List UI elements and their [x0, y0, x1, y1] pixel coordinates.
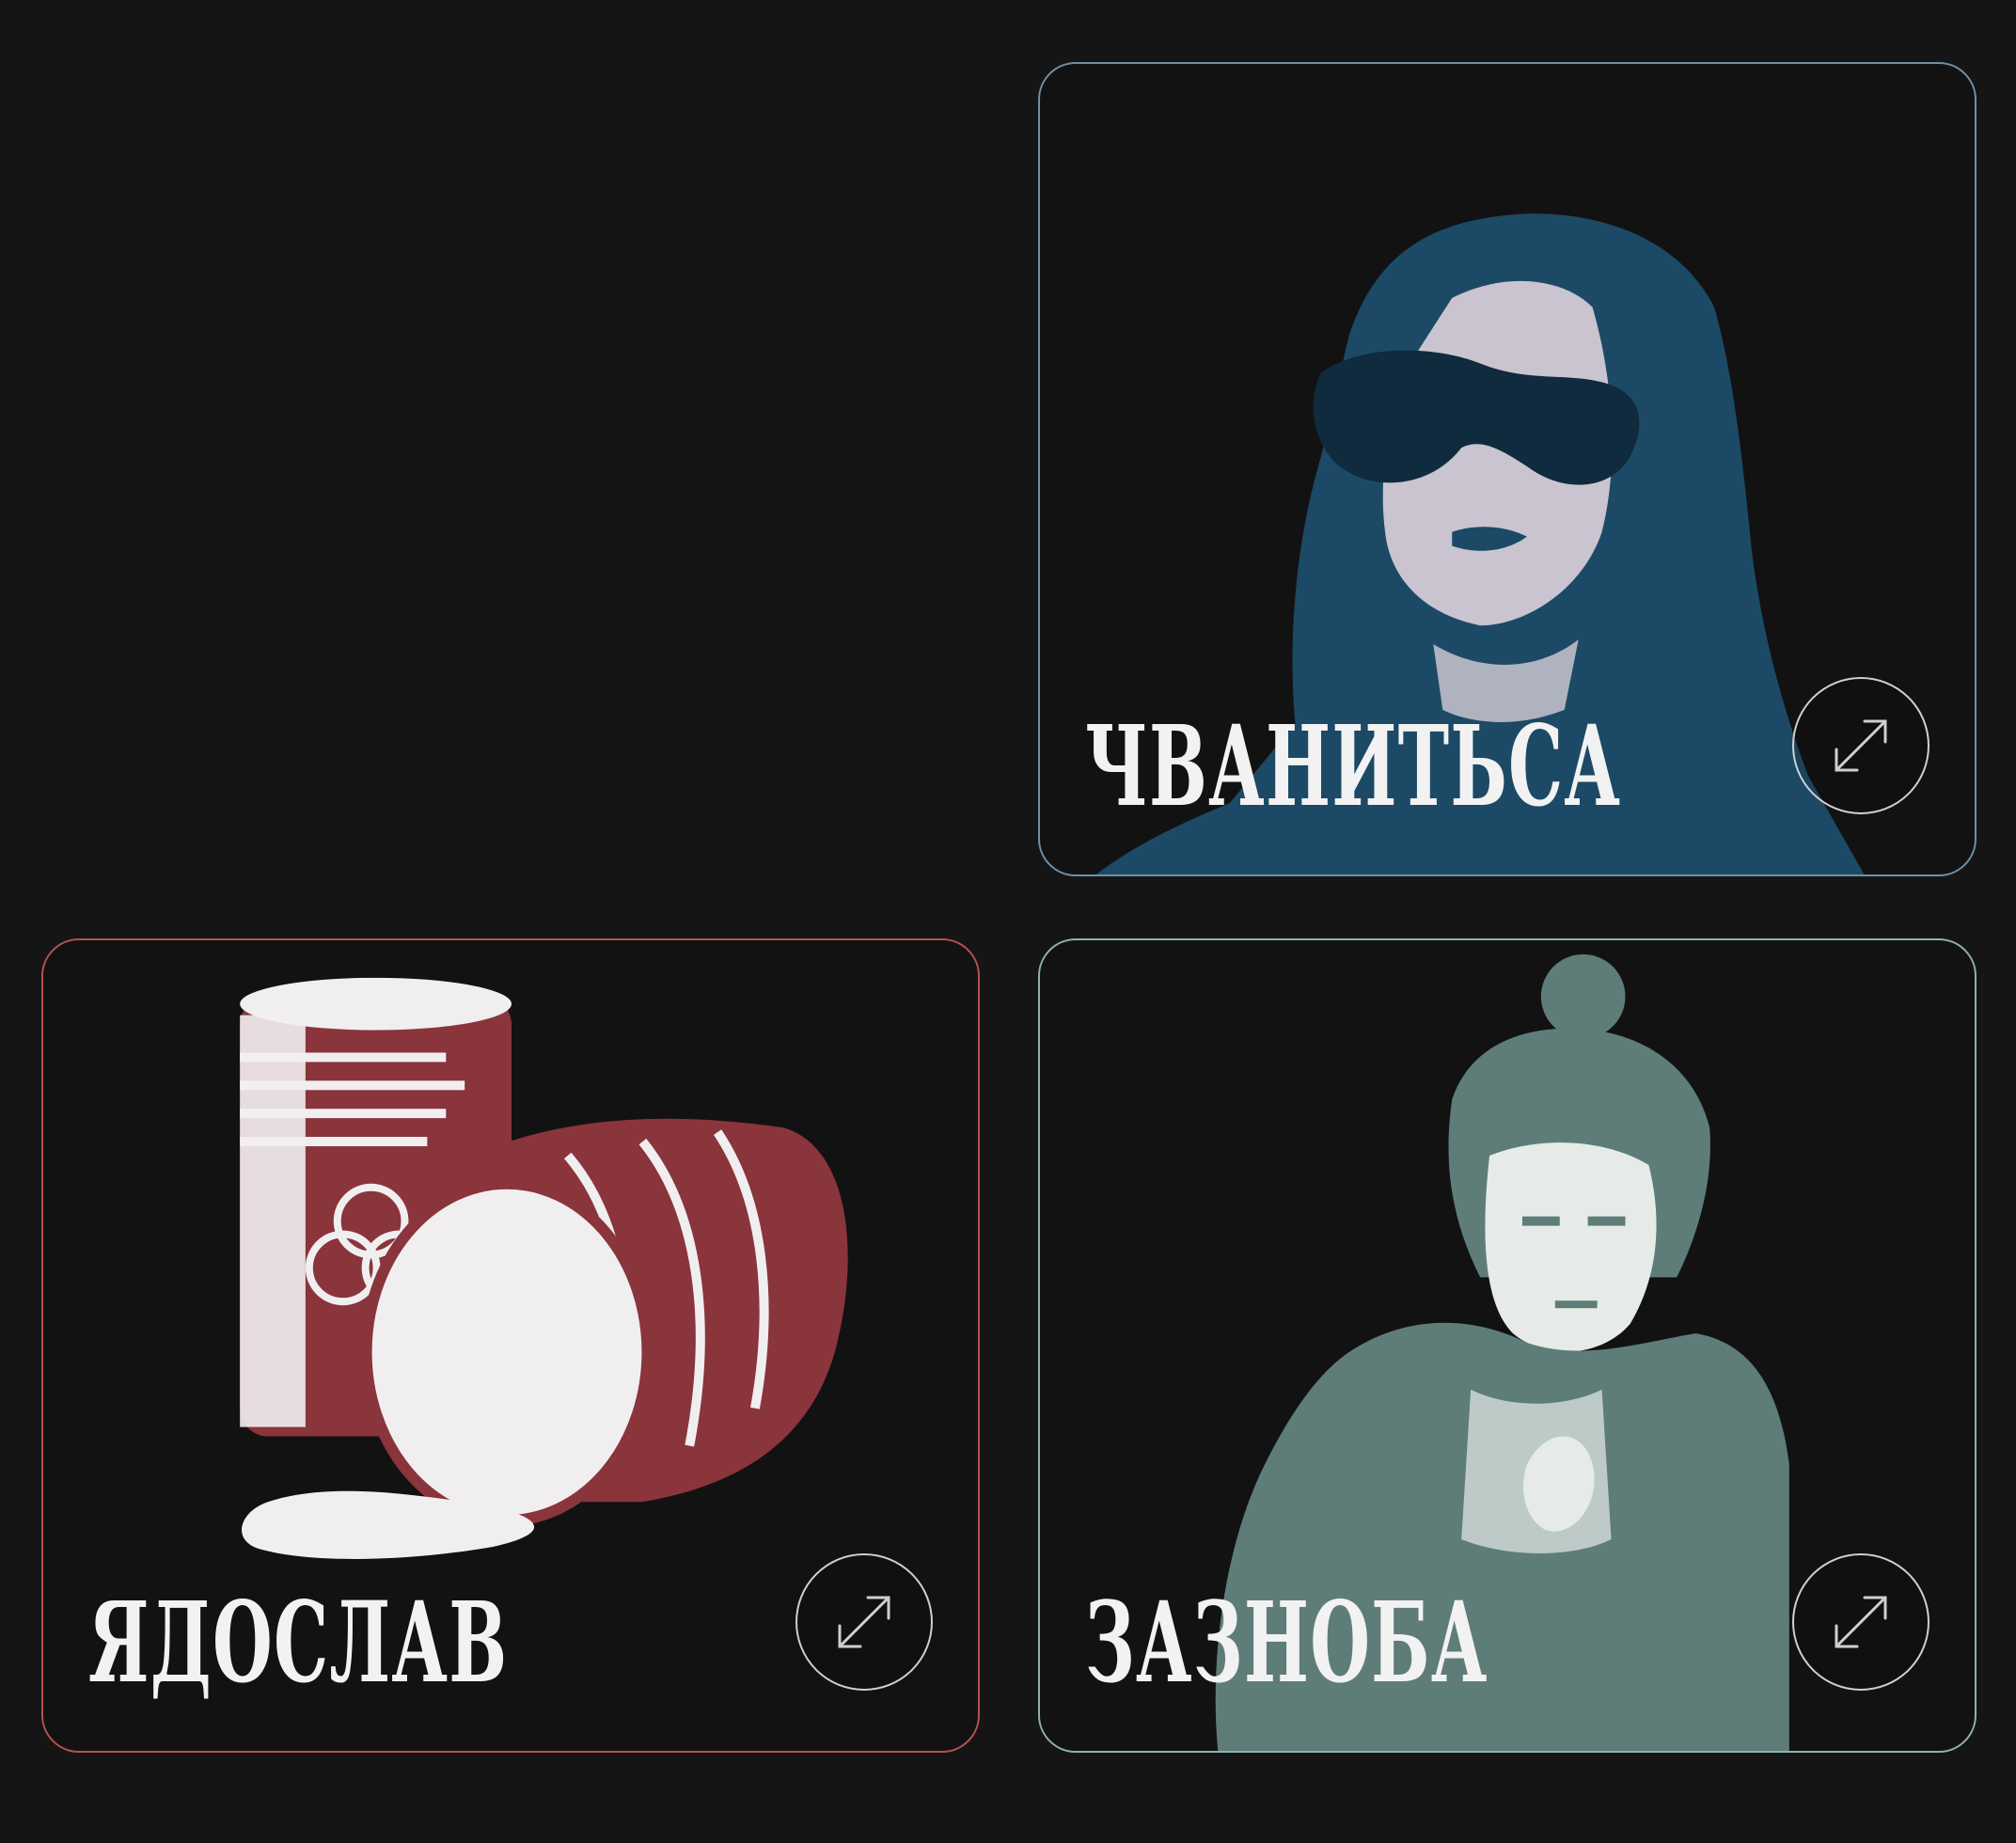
card-title: Зазноба	[1085, 1577, 1488, 1708]
expand-arrows-icon	[838, 1596, 890, 1648]
character-card-yadoslav[interactable]: Ядослав	[41, 938, 980, 1753]
character-card-zaznoba[interactable]: Зазноба	[1038, 938, 1977, 1753]
card-title: Чванитьса	[1085, 701, 1622, 831]
character-card-chvanitsa[interactable]: Чванитьса	[1038, 62, 1977, 876]
expand-arrows-icon	[1835, 1596, 1887, 1648]
expand-button[interactable]	[795, 1553, 933, 1691]
card-title: Ядослав	[88, 1577, 509, 1708]
expand-button[interactable]	[1792, 1553, 1929, 1691]
expand-arrows-icon	[1835, 719, 1887, 772]
expand-button[interactable]	[1792, 677, 1929, 814]
